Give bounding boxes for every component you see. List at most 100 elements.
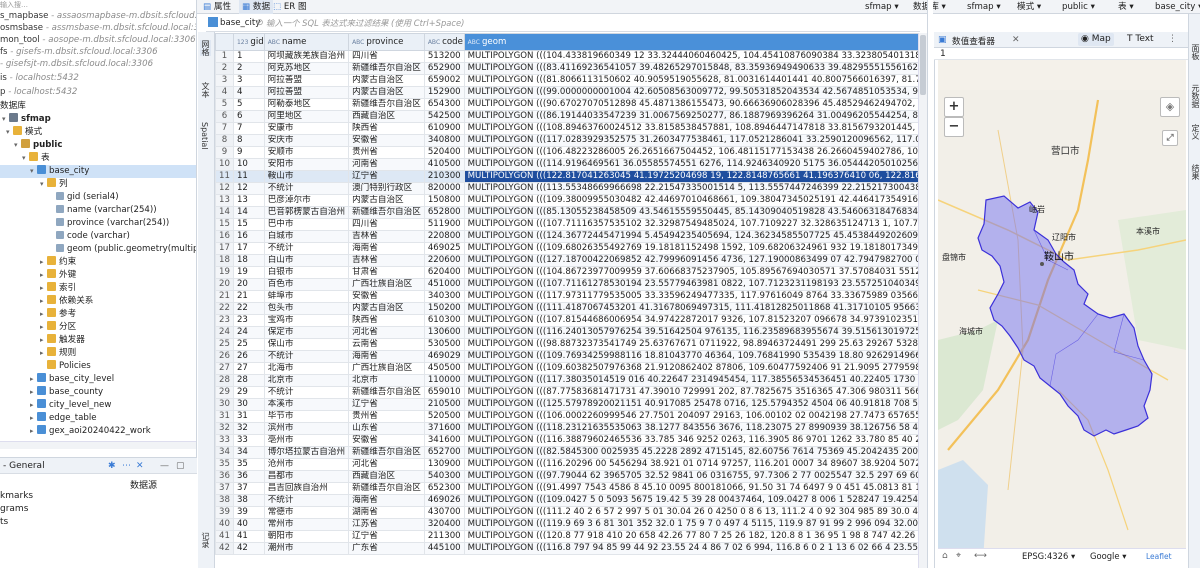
cell-name[interactable]: 安顺市 bbox=[263, 146, 350, 159]
cell-province[interactable]: 北京市 bbox=[348, 374, 425, 387]
cell-geom[interactable]: MULTIPOLYGON (((109.68026355492769 19.18… bbox=[463, 242, 918, 255]
cell-name[interactable]: 阿勒泰地区 bbox=[263, 98, 350, 111]
cell-geom[interactable]: MULTIPOLYGON (((119.9 69 3 6 81 301 352 … bbox=[463, 518, 918, 531]
cell-code[interactable]: 513200 bbox=[423, 50, 465, 63]
row-number[interactable]: 27 bbox=[215, 362, 234, 375]
close-icon[interactable]: ✕ bbox=[1012, 35, 1020, 45]
cell-geom[interactable]: MULTIPOLYGON (((125.57978920021151 40.91… bbox=[463, 398, 918, 411]
cell-name[interactable]: 常州市 bbox=[263, 518, 350, 531]
table-row[interactable]: 9 9 安顺市 贵州省 520400 MULTIPOLYGON (((106.482232… bbox=[215, 146, 918, 159]
tree-column[interactable]: province (varchar(254)) bbox=[56, 217, 169, 230]
cell-code[interactable]: 469029 bbox=[423, 350, 465, 363]
cell-code[interactable]: 652700 bbox=[423, 446, 465, 459]
cell-geom[interactable]: MULTIPOLYGON (((104.433819660349 12 33.3… bbox=[463, 50, 918, 63]
cell-code[interactable]: 820000 bbox=[423, 182, 465, 195]
connection-item[interactable]: p - localhost:5432 bbox=[0, 86, 77, 98]
table-row[interactable]: 19 19 白银市 甘肃省 620400 MULTIPOLYGON (((104.8672… bbox=[215, 266, 918, 279]
tab-spatial[interactable]: Spatial bbox=[200, 122, 209, 150]
table-row[interactable]: 18 18 白山市 吉林省 220600 MULTIPOLYGON (((127.1870… bbox=[215, 254, 918, 267]
row-number[interactable]: 19 bbox=[215, 266, 234, 279]
cell-gid[interactable]: 6 bbox=[232, 110, 265, 123]
row-number[interactable]: 18 bbox=[215, 254, 234, 267]
cell-province[interactable]: 新疆维吾尔自治区 bbox=[348, 206, 425, 219]
cell-geom[interactable]: MULTIPOLYGON (((118.23121635535063 38.12… bbox=[463, 422, 918, 435]
connection-item[interactable]: s_mapbase - assaosmapbase-m.dbsit.sfclou… bbox=[0, 10, 196, 22]
menu-icon[interactable]: ⋮ bbox=[1168, 34, 1177, 44]
table-row[interactable]: 4 4 阿拉善盟 内蒙古自治区 152900 MULTIPOLYGON (((99.000… bbox=[215, 86, 918, 99]
cell-gid[interactable]: 27 bbox=[232, 362, 265, 375]
row-number[interactable]: 24 bbox=[215, 326, 234, 339]
panel-divider[interactable] bbox=[927, 0, 933, 568]
nav-search[interactable]: 输入搜… bbox=[0, 0, 196, 10]
cell-code[interactable]: 654300 bbox=[423, 98, 465, 111]
tree-db-sfmap[interactable]: ▾ sfmap bbox=[2, 113, 51, 126]
row-number[interactable]: 32 bbox=[215, 422, 234, 435]
sql-filter-input[interactable]: 输入一个 SQL 表达式来过滤结果 (使用 Ctrl+Space) bbox=[266, 16, 916, 30]
cell-geom[interactable]: MULTIPOLYGON (((91.4997 7543 4586 8 45.1… bbox=[463, 482, 918, 495]
row-number[interactable]: 9 bbox=[215, 146, 234, 159]
cell-gid[interactable]: 33 bbox=[232, 434, 265, 447]
row-number[interactable]: 12 bbox=[215, 182, 234, 195]
row-number[interactable]: 20 bbox=[215, 278, 234, 291]
layers-icon[interactable]: ◈ bbox=[1160, 97, 1180, 117]
tree-folder[interactable]: ▸ 依赖关系 bbox=[40, 295, 93, 308]
cell-province[interactable]: 新疆维吾尔自治区 bbox=[348, 98, 425, 111]
table-row[interactable]: 24 24 保定市 河北省 130600 MULTIPOLYGON (((116.2401… bbox=[215, 326, 918, 339]
pin-icon[interactable]: ⌖ bbox=[956, 551, 961, 561]
header-gid[interactable]: 123 gid bbox=[232, 33, 265, 51]
cell-name[interactable]: 沧州市 bbox=[263, 458, 350, 471]
row-number[interactable]: 30 bbox=[215, 398, 234, 411]
close-icon[interactable]: ✕ bbox=[136, 458, 144, 474]
table-row[interactable]: 17 17 不统计 海南省 469025 MULTIPOLYGON (((109.6802… bbox=[215, 242, 918, 255]
table-row[interactable]: 41 41 朝阳市 辽宁省 211300 MULTIPOLYGON (((120.8 77… bbox=[215, 530, 918, 543]
tree-folder[interactable]: ▸ 触发器 bbox=[40, 334, 85, 347]
cell-province[interactable]: 广西壮族自治区 bbox=[348, 362, 425, 375]
table-row[interactable]: 42 42 潮州市 广东省 445100 MULTIPOLYGON (((116.8 79… bbox=[215, 542, 918, 555]
cell-gid[interactable]: 16 bbox=[232, 230, 265, 243]
cell-province[interactable]: 内蒙古自治区 bbox=[348, 74, 425, 87]
tab-data[interactable]: ▦ 数据 bbox=[239, 0, 274, 14]
row-number[interactable]: 28 bbox=[215, 374, 234, 387]
cell-gid[interactable]: 34 bbox=[232, 446, 265, 459]
cell-geom[interactable]: MULTIPOLYGON (((117.97311779535005 33.33… bbox=[463, 290, 918, 303]
table-row[interactable]: 13 13 巴彦淖尔市 内蒙古自治区 150800 MULTIPOLYGON (((109… bbox=[215, 194, 918, 207]
map-button[interactable]: ◉ Map bbox=[1078, 33, 1114, 46]
cell-gid[interactable]: 41 bbox=[232, 530, 265, 543]
row-number[interactable]: 41 bbox=[215, 530, 234, 543]
cell-geom[interactable]: MULTIPOLYGON (((117.0283929352575 31.260… bbox=[463, 134, 918, 147]
ruler-icon[interactable]: ⟷ bbox=[974, 551, 987, 561]
tree-folder[interactable]: Policies bbox=[40, 360, 91, 373]
cell-geom[interactable]: MULTIPOLYGON (((113.55348669966698 22.21… bbox=[463, 182, 918, 195]
cell-province[interactable]: 广东省 bbox=[348, 542, 425, 555]
basemap-selector[interactable]: Google ▾ bbox=[1090, 551, 1126, 561]
cell-name[interactable]: 包头市 bbox=[263, 302, 350, 315]
cell-code[interactable]: 520400 bbox=[423, 146, 465, 159]
cell-name[interactable]: 亳州市 bbox=[263, 434, 350, 447]
cell-geom[interactable]: MULTIPOLYGON (((107.71161278530194 23.55… bbox=[463, 278, 918, 291]
cell-code[interactable]: 341600 bbox=[423, 434, 465, 447]
table-row[interactable]: 14 14 巴音郭楞蒙古自治州 新疆维吾尔自治区 652800 MULTIPOLYGON … bbox=[215, 206, 918, 219]
cell-code[interactable]: 445100 bbox=[423, 542, 465, 555]
cell-gid[interactable]: 28 bbox=[232, 374, 265, 387]
table-row[interactable]: 35 35 沧州市 河北省 130900 MULTIPOLYGON (((116.2029… bbox=[215, 458, 918, 471]
cell-code[interactable]: 469026 bbox=[423, 494, 465, 507]
cell-code[interactable]: 540300 bbox=[423, 470, 465, 483]
row-number[interactable]: 3 bbox=[215, 74, 234, 87]
cell-gid[interactable]: 31 bbox=[232, 410, 265, 423]
cell-name[interactable]: 百色市 bbox=[263, 278, 350, 291]
cell-province[interactable]: 安徽省 bbox=[348, 434, 425, 447]
cell-province[interactable]: 海南省 bbox=[348, 494, 425, 507]
row-number[interactable]: 39 bbox=[215, 506, 234, 519]
cell-code[interactable]: 110000 bbox=[423, 374, 465, 387]
table-row[interactable]: 29 29 不统计 新疆维吾尔自治区 659010 MULTIPOLYGON (((87.… bbox=[215, 386, 918, 399]
cell-name[interactable]: 不统计 bbox=[263, 494, 350, 507]
cell-geom[interactable]: MULTIPOLYGON (((120.8 77 918 410 20 658 … bbox=[463, 530, 918, 543]
cell-geom[interactable]: MULTIPOLYGON (((85.13055238458509 43.546… bbox=[463, 206, 918, 219]
cell-code[interactable]: 150200 bbox=[423, 302, 465, 315]
table-row[interactable]: 16 16 白城市 吉林省 220800 MULTIPOLYGON (((124.3677… bbox=[215, 230, 918, 243]
cell-province[interactable]: 河北省 bbox=[348, 458, 425, 471]
table-row[interactable]: 39 39 常德市 湖南省 430700 MULTIPOLYGON (((111.2 40… bbox=[215, 506, 918, 519]
table-row[interactable]: 32 32 滨州市 山东省 371600 MULTIPOLYGON (((118.2312… bbox=[215, 422, 918, 435]
cell-code[interactable]: 511900 bbox=[423, 218, 465, 231]
cell-province[interactable]: 新疆维吾尔自治区 bbox=[348, 386, 425, 399]
